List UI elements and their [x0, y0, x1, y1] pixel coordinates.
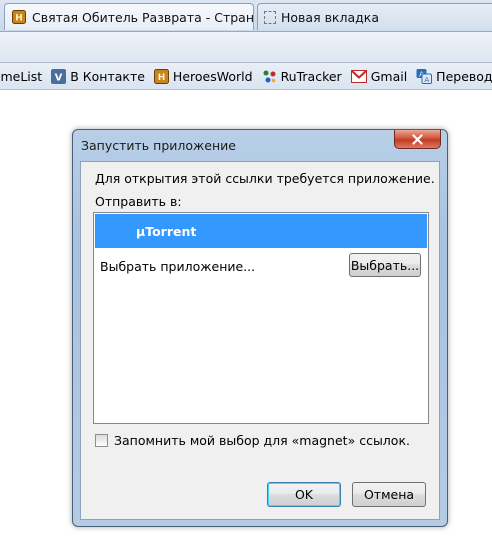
bookmark-label: Переводчик	[436, 68, 492, 84]
close-icon	[412, 133, 423, 145]
bookmark-heroesworld[interactable]: H HeroesWorld	[153, 68, 253, 84]
tab-active[interactable]: H Святая Обитель Разврата - Страниц...	[4, 3, 254, 30]
choose-button-label: Выбрать...	[350, 257, 420, 273]
tab-title: Святая Обитель Разврата - Страниц...	[32, 9, 254, 25]
svg-text:V: V	[55, 72, 63, 83]
navigation-toolbar	[0, 32, 492, 63]
heroes-favicon-icon: H	[12, 10, 26, 24]
remember-choice-checkbox-row[interactable]: Запомнить мой выбор для «magnet» ссылок.	[95, 433, 410, 448]
translator-icon: A A	[416, 69, 433, 84]
application-name: µTorrent	[136, 223, 197, 239]
bookmark-vkontakte[interactable]: V В Контакте	[51, 68, 145, 84]
gmail-icon	[350, 69, 367, 83]
bookmark-gmail[interactable]: Gmail	[350, 68, 408, 84]
tab-bar: H Святая Обитель Разврата - Страниц... Н…	[0, 0, 492, 32]
launch-application-dialog: Запустить приложение Для открытия этой с…	[72, 129, 448, 527]
ok-button-label: OK	[294, 487, 314, 502]
cancel-button-label: Отмена	[363, 487, 415, 502]
choose-button[interactable]: Выбрать...	[349, 253, 421, 277]
choose-application-label: Выбрать приложение...	[100, 258, 256, 274]
blank-page-icon	[264, 10, 276, 24]
svg-text:A: A	[425, 76, 430, 84]
ok-button[interactable]: OK	[267, 482, 341, 507]
bookmark-rutracker[interactable]: RuTracker	[262, 69, 342, 84]
cancel-button[interactable]: Отмена	[352, 482, 426, 507]
bookmark-label: RuTracker	[280, 68, 342, 84]
bookmark-animelist[interactable]: imeList	[0, 69, 42, 84]
svg-text:H: H	[158, 73, 166, 83]
vk-icon: V	[51, 68, 67, 84]
bookmark-label: В Контакте	[70, 68, 145, 84]
remember-choice-label: Запомнить мой выбор для «magnet» ссылок.	[114, 433, 410, 448]
bookmarks-toolbar: imeList V В Контакте H HeroesWorld RuTra…	[0, 63, 492, 90]
tab-new[interactable]: Новая вкладка	[257, 3, 492, 30]
dialog-message: Для открытия этой ссылки требуется прило…	[95, 171, 435, 186]
send-to-label: Отправить в:	[95, 194, 182, 209]
heroes-icon: H	[153, 68, 169, 84]
rutracker-icon	[263, 70, 276, 82]
remember-choice-checkbox[interactable]	[95, 434, 108, 447]
list-item-choose-application[interactable]: Выбрать приложение... Выбрать...	[95, 249, 427, 283]
bookmark-label: Gmail	[370, 68, 408, 84]
application-list[interactable]: µTorrent Выбрать приложение... Выбрать..…	[93, 212, 429, 424]
list-item-utorrent[interactable]: µTorrent	[95, 214, 427, 248]
bookmark-translator[interactable]: A A Переводчик	[416, 68, 492, 84]
tab-title: Новая вкладка	[281, 9, 379, 25]
svg-text:H: H	[15, 14, 23, 24]
bookmark-label: imeList	[0, 68, 43, 84]
bookmark-label: HeroesWorld	[172, 68, 253, 84]
close-button[interactable]	[394, 130, 441, 149]
dialog-title: Запустить приложение	[81, 138, 236, 153]
dialog-content: Для открытия этой ссылки требуется прило…	[80, 161, 440, 520]
